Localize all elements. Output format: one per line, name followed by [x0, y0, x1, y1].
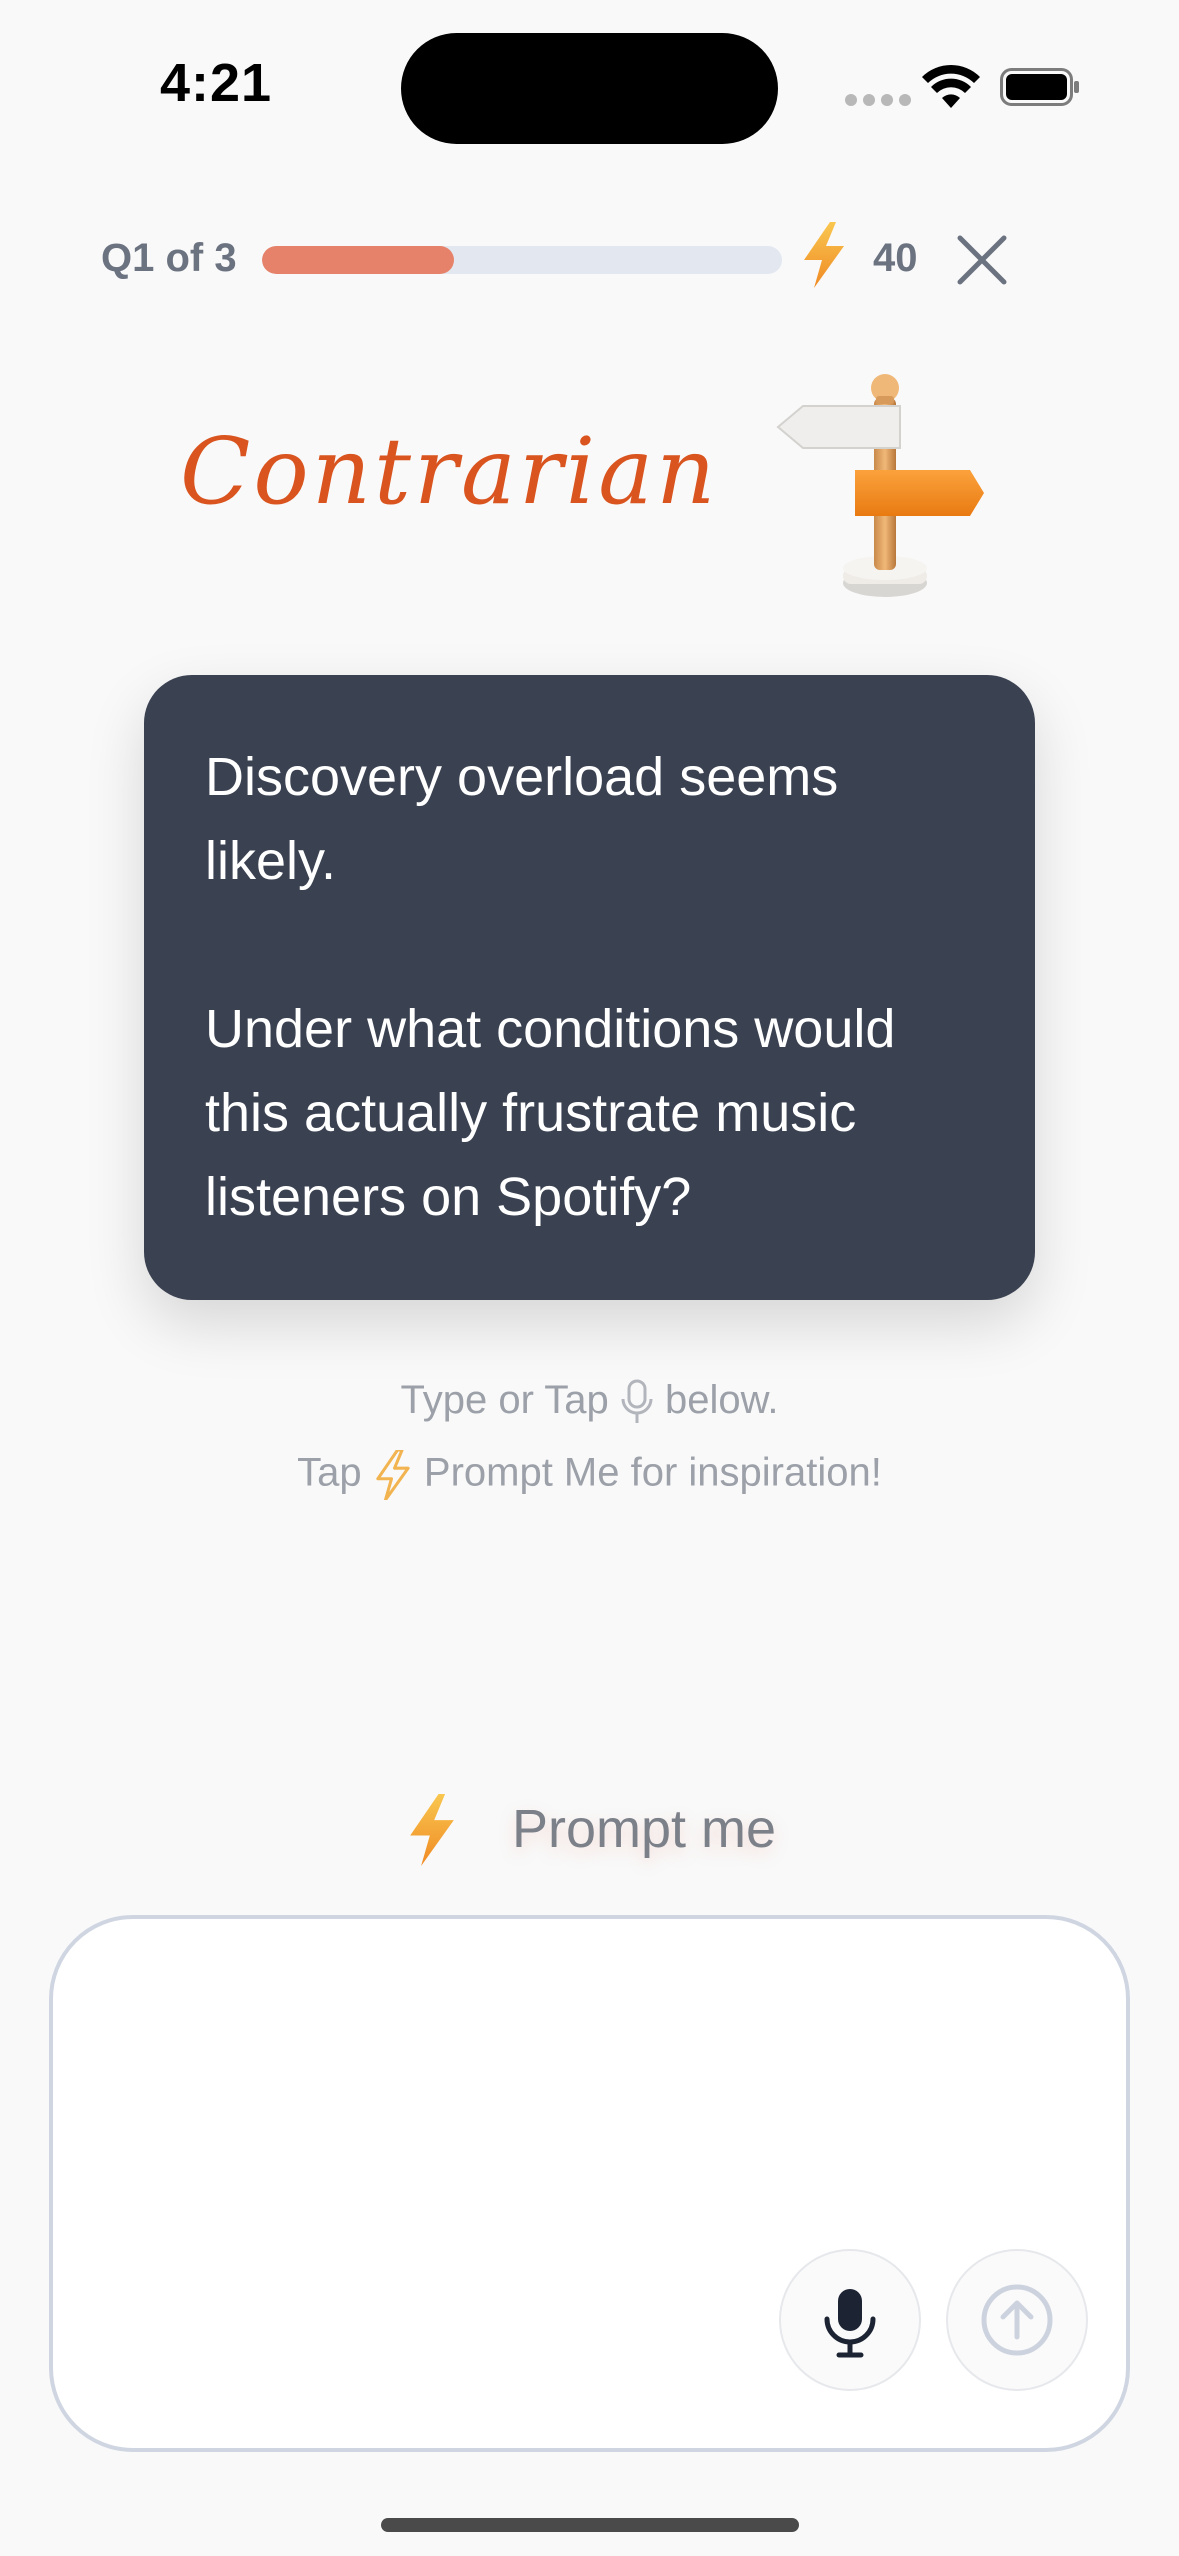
points-count: 40	[873, 236, 918, 280]
microphone-button[interactable]	[779, 2249, 921, 2391]
hint-line-1: Type or Tap below.	[0, 1378, 1179, 1425]
question-counter: Q1 of 3	[101, 236, 237, 280]
send-button[interactable]	[946, 2249, 1088, 2391]
prompt-me-label: Prompt me	[512, 1799, 777, 1859]
microphone-icon	[621, 1379, 653, 1424]
question-prompt: Under what conditions would this actuall…	[205, 999, 896, 1227]
progress-bar	[262, 246, 782, 274]
answer-input-box	[49, 1915, 1130, 2452]
prompt-me-button[interactable]: Prompt me	[390, 1790, 790, 1870]
signpost-icon	[776, 374, 984, 597]
hint-line-2: Tap Prompt Me for inspiration!	[0, 1448, 1179, 1502]
answer-input[interactable]	[113, 1969, 817, 2253]
question-statement: Discovery overload seems likely.	[205, 747, 839, 891]
question-card: Discovery overload seems likely. Under w…	[144, 675, 1035, 1300]
lightning-bolt-icon	[376, 1448, 410, 1502]
arrow-up-circle-icon	[981, 2284, 1053, 2356]
lightning-bolt-icon	[410, 1794, 454, 1866]
close-button[interactable]	[950, 228, 1014, 292]
dynamic-island	[401, 33, 778, 144]
microphone-icon	[824, 2289, 876, 2358]
battery-icon	[1000, 68, 1079, 106]
home-indicator	[381, 2518, 799, 2532]
lightning-bolt-icon	[804, 222, 844, 288]
mode-title: Contrarian	[180, 418, 719, 525]
progress-fill	[262, 246, 455, 274]
wifi-icon	[922, 64, 980, 108]
status-time: 4:21	[160, 53, 273, 113]
